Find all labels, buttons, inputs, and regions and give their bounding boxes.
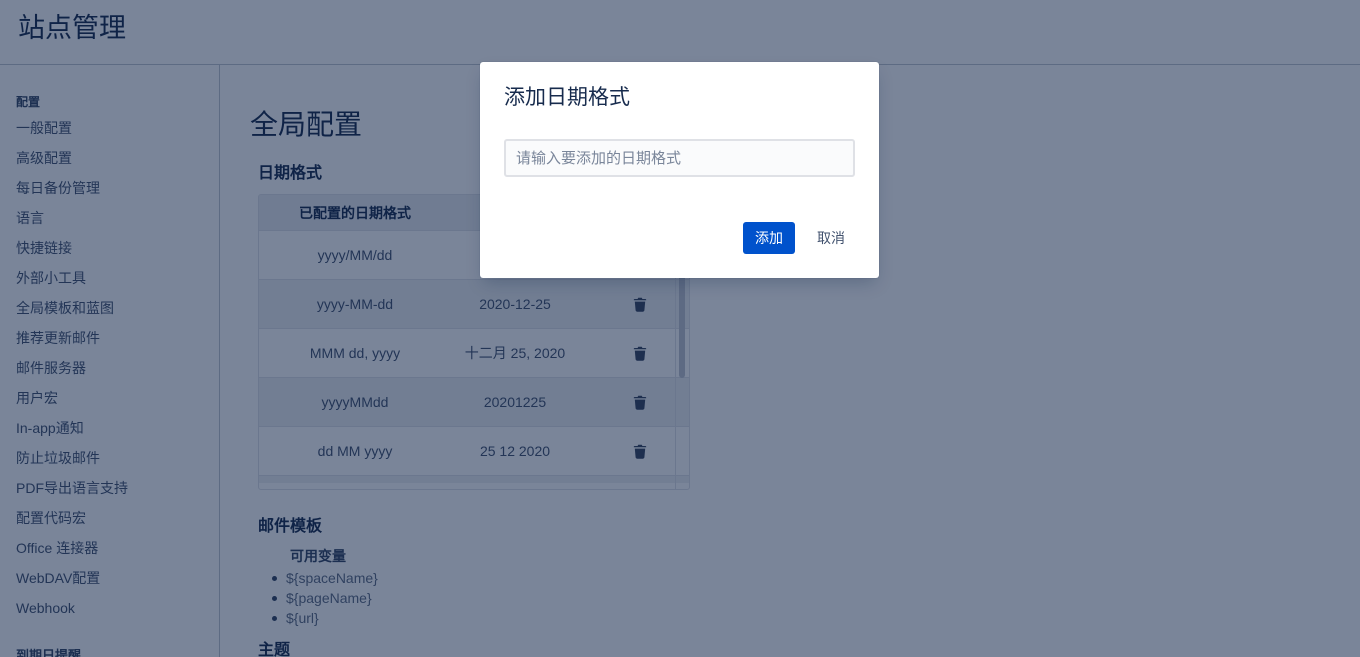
dialog-title: 添加日期格式 <box>504 86 630 109</box>
add-date-format-dialog: 添加日期格式 添加 取消 <box>480 62 879 278</box>
date-format-input[interactable] <box>504 139 855 177</box>
dialog-footer: 添加 取消 <box>504 222 855 254</box>
cancel-button[interactable]: 取消 <box>807 222 855 254</box>
add-button[interactable]: 添加 <box>743 222 795 254</box>
